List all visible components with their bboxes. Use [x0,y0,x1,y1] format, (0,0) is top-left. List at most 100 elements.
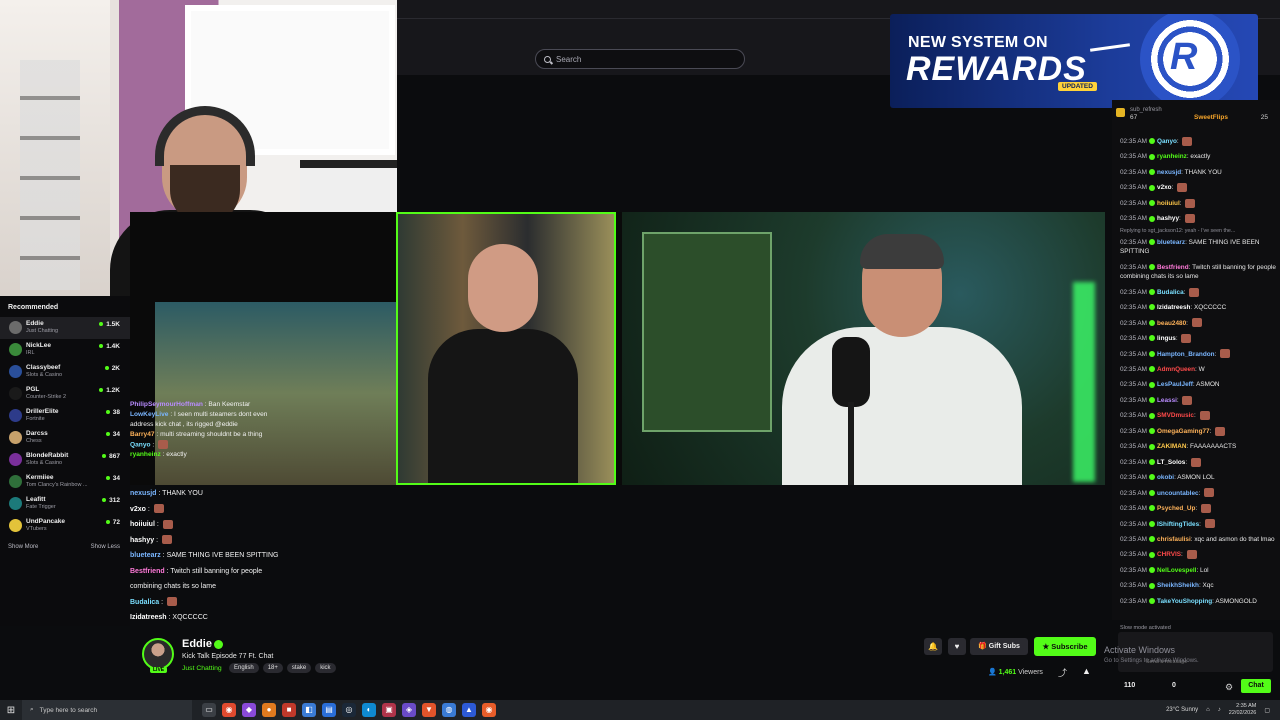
app-icon[interactable]: ◆ [242,703,256,717]
stream-tag[interactable]: English [229,663,259,673]
app-icon[interactable]: ◈ [402,703,416,717]
chat-username[interactable]: Hampton_Brandon [1157,351,1215,358]
chrome-icon[interactable]: ◉ [222,703,236,717]
sidebar-item-darcss[interactable]: Darcss Chess 34 [0,427,130,449]
chat-username[interactable]: ryanheinz [130,451,161,458]
search-input[interactable]: Search [535,49,745,69]
chat-username[interactable]: ZAKIMAN [1157,443,1186,450]
chat-username[interactable]: okobi [1157,474,1174,481]
taskbar-search[interactable]: ⌕ Type here to search [22,700,192,720]
notification-icon[interactable]: ▢ [1264,707,1270,714]
chat-username[interactable]: CHRVIS [1157,551,1181,558]
app-icon[interactable]: ▲ [462,703,476,717]
streamer-avatar[interactable] [142,638,174,670]
chat-username[interactable]: Qanyo [130,441,151,448]
sidebar-item-undpancake[interactable]: UndPancake VTubers 72 [0,515,130,537]
chat-username[interactable]: v2xo [1157,184,1172,191]
chat-username[interactable]: beau2480 [1157,320,1186,327]
chat-username[interactable]: Budalica [1157,289,1184,296]
heart-icon[interactable]: ♥ [948,638,966,655]
app-icon[interactable]: ■ [282,703,296,717]
chat-username[interactable]: Qanyo [1157,138,1177,145]
stream-tag[interactable]: 18+ [262,663,283,673]
chat-separator: : [1176,138,1181,145]
chat-username[interactable]: v2xo [130,506,146,513]
chat-username[interactable]: ryanheinz [1157,153,1187,160]
chat-username[interactable]: nexusjd [1157,169,1181,176]
chat-username[interactable]: LesPaulJeff [1157,381,1193,388]
leaderboard-sweetflips[interactable]: SweetFlips [1194,114,1228,121]
show-more-link[interactable]: Show More [8,544,38,550]
report-icon[interactable]: ▲ [1082,666,1091,676]
bell-icon[interactable]: 🔔 [924,638,942,655]
chat-username[interactable]: SheikhSheikh [1157,582,1199,589]
streamer-name[interactable]: Eddie [182,638,212,650]
chat-message: 02:35 AM nexusjd: THANK YOU [1120,165,1276,180]
show-less-link[interactable]: Show Less [91,544,120,550]
chat-username[interactable]: lingus [1157,335,1176,342]
chat-username[interactable]: bluetearz [130,552,161,559]
chat-username[interactable]: IShiftingTides [1157,521,1199,528]
chat-username[interactable]: Budalica [130,599,159,606]
stream-tag[interactable]: kick [315,663,336,673]
chat-username[interactable]: Barry47 [130,431,155,438]
chat-username[interactable]: LT_Solos [1157,459,1185,466]
chat-username[interactable]: AdmnQueen [1157,366,1195,373]
app-icon[interactable]: ◍ [442,703,456,717]
chat-username[interactable]: bluetearz [1157,239,1185,246]
sidebar-item-blonderabbit[interactable]: BlondeRabbit Slots & Casino 867 [0,449,130,471]
emote-icon [1204,519,1215,529]
windows-start-icon[interactable]: ⊞ [0,700,22,720]
stream-tag[interactable]: stake [286,663,312,673]
app-icon[interactable]: ◧ [302,703,316,717]
weather[interactable]: 23°C Sunny [1166,707,1198,713]
volume-icon[interactable]: ♪ [1218,707,1221,713]
task-view-icon[interactable]: ▭ [202,703,216,717]
sidebar-item-leafitt[interactable]: Leafitt Fate Trigger 312 [0,493,130,515]
chat-username[interactable]: chrisfaulisi [1157,536,1191,543]
chat-username[interactable]: hoiiuiul [1157,200,1180,207]
chat-username[interactable]: Psyched_Up [1157,505,1195,512]
sidebar-item-nicklee[interactable]: NickLee IRL 1.4K [0,339,130,361]
points-count-secondary[interactable]: 0 [1172,682,1176,689]
gear-icon[interactable]: ⚙ [1225,682,1233,693]
explorer-icon[interactable]: ▤ [322,703,336,717]
steam-icon[interactable]: ◎ [342,703,356,717]
chat-username[interactable]: Bestfriend [130,568,165,575]
firefox-icon[interactable]: ● [262,703,276,717]
chat-username[interactable]: hashyy [1157,215,1179,222]
chat-username[interactable]: Bestfriend [1157,264,1189,271]
chat-username[interactable]: Leassi [1157,397,1177,404]
chat-username[interactable]: Izidatreesh [130,614,167,621]
edge-icon[interactable]: ◐ [362,703,376,717]
chat-username[interactable]: NelLovespell [1157,567,1196,574]
chat-username[interactable]: nexusjd [130,490,156,497]
chat-username[interactable]: SMVDmusic [1157,412,1194,419]
chat-username[interactable]: hashyy [130,537,154,544]
brave-icon[interactable]: ▼ [422,703,436,717]
sidebar-item-drillerelite[interactable]: DrillerElite Fortnite 38 [0,405,130,427]
sidebar-item-classybeef[interactable]: Classybeef Slots & Casino 2K [0,361,130,383]
sidebar-item-eddie[interactable]: Eddie Just Chatting 1.5K [0,317,130,339]
chat-send-button[interactable]: Chat [1241,679,1271,693]
sidebar-item-kermiiee[interactable]: Kermiiee Tom Clancy's Rainbow ... 34 [0,471,130,493]
rewards-banner[interactable]: NEW SYSTEM ON REWARDS UPDATED R [890,14,1258,108]
points-count[interactable]: 110 [1124,682,1135,689]
sidebar-item-pgl[interactable]: PGL Counter-Strike 2 1.2K [0,383,130,405]
chat-username[interactable]: Izidatreesh [1157,304,1190,311]
chat-username[interactable]: PhilipSeymourHoffman [130,401,203,408]
chat-username[interactable]: LowKeyLive [130,411,168,418]
stream-category[interactable]: Just Chatting [182,665,222,672]
chat-username[interactable]: TakeYouShopping [1157,598,1212,605]
chat-username[interactable]: OmegaGaming77 [1157,428,1210,435]
chat-username[interactable]: uncountablec [1157,490,1199,497]
chat-text: I seen multi steamers dont even [173,411,268,418]
chat-username[interactable]: hoiiuiul [130,521,155,528]
network-icon[interactable]: ⌂ [1206,707,1210,713]
app-icon[interactable]: ▣ [382,703,396,717]
gift-subs-button[interactable]: 🎁 Gift Subs [970,638,1028,655]
clock[interactable]: 2:35 AM 22/02/2026 [1229,703,1257,717]
share-icon[interactable]: ⤴ [1058,666,1067,679]
app-icon[interactable]: ◉ [482,703,496,717]
subscribe-button[interactable]: ★ Subscribe [1034,637,1096,656]
